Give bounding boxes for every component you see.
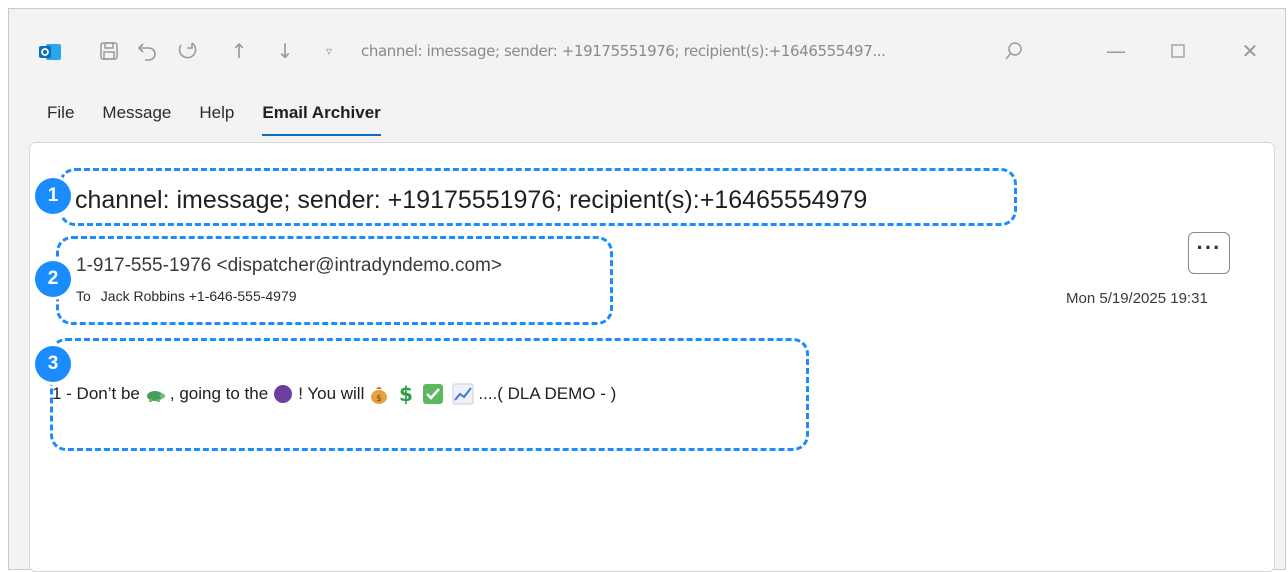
close-icon[interactable]: ✕ bbox=[1235, 37, 1265, 65]
body-text-part-4: ....( DLA DEMO - ) bbox=[478, 384, 617, 403]
tab-message[interactable]: Message bbox=[102, 103, 171, 133]
customize-toolbar-icon[interactable]: ▿ bbox=[315, 37, 343, 65]
minimize-icon[interactable]: — bbox=[1101, 37, 1131, 65]
annotation-badge-3: 3 bbox=[35, 346, 71, 382]
sender-highlight bbox=[56, 236, 613, 325]
purple-circle-emoji-icon bbox=[274, 385, 293, 403]
check-mark-emoji-icon bbox=[423, 384, 444, 404]
window-title: channel: imessage; sender: +19175551976;… bbox=[361, 42, 886, 60]
recipient-name[interactable]: Jack Robbins +1-646-555-4979 bbox=[101, 288, 297, 304]
turtle-emoji-icon bbox=[146, 391, 165, 402]
message-date: Mon 5/19/2025 19:31 bbox=[1066, 290, 1208, 307]
chart-increasing-emoji-icon bbox=[452, 383, 474, 405]
body-text-part-1: 1 - Don’t be bbox=[52, 384, 140, 403]
svg-text:$: $ bbox=[377, 394, 383, 404]
save-icon[interactable] bbox=[95, 37, 123, 65]
reading-pane: channel: imessage; sender: +19175551976;… bbox=[29, 142, 1275, 572]
undo-icon[interactable] bbox=[133, 37, 161, 65]
body-text-part-2: , going to the bbox=[169, 384, 269, 403]
down-arrow-icon[interactable]: ↓ bbox=[271, 37, 299, 65]
left-margin bbox=[0, 0, 8, 572]
body-text-part-3: ! You will bbox=[298, 384, 365, 403]
tab-file[interactable]: File bbox=[47, 103, 74, 133]
ribbon-tabs: File Message Help Email Archiver bbox=[47, 103, 409, 136]
search-icon[interactable] bbox=[999, 37, 1029, 65]
tab-help[interactable]: Help bbox=[199, 103, 234, 133]
title-bar: ↑ ↓ ▿ channel: imessage; sender: +191755… bbox=[9, 9, 1285, 89]
message-body: 1 - Don’t be , going to the ! You will $… bbox=[52, 383, 616, 405]
sender-address[interactable]: 1-917-555-1976 <dispatcher@intradyndemo.… bbox=[76, 255, 502, 277]
message-window: ↑ ↓ ▿ channel: imessage; sender: +191755… bbox=[8, 8, 1286, 572]
dollar-sign-emoji-icon: $ bbox=[399, 383, 413, 405]
maximize-icon[interactable] bbox=[1163, 37, 1193, 65]
up-arrow-icon[interactable]: ↑ bbox=[225, 37, 253, 65]
to-label: To bbox=[76, 288, 91, 304]
svg-text:$: $ bbox=[399, 383, 413, 405]
more-actions-button[interactable]: ··· bbox=[1188, 232, 1230, 274]
tab-email-archiver[interactable]: Email Archiver bbox=[262, 103, 382, 136]
message-subject: channel: imessage; sender: +19175551976;… bbox=[75, 186, 868, 214]
redo-icon[interactable] bbox=[173, 37, 201, 65]
annotation-badge-1: 1 bbox=[35, 178, 71, 214]
recipient-line: To Jack Robbins +1-646-555-4979 bbox=[76, 288, 297, 304]
money-bag-emoji-icon: $ bbox=[371, 387, 388, 404]
annotation-badge-2: 2 bbox=[35, 261, 71, 297]
outlook-icon bbox=[39, 44, 61, 60]
